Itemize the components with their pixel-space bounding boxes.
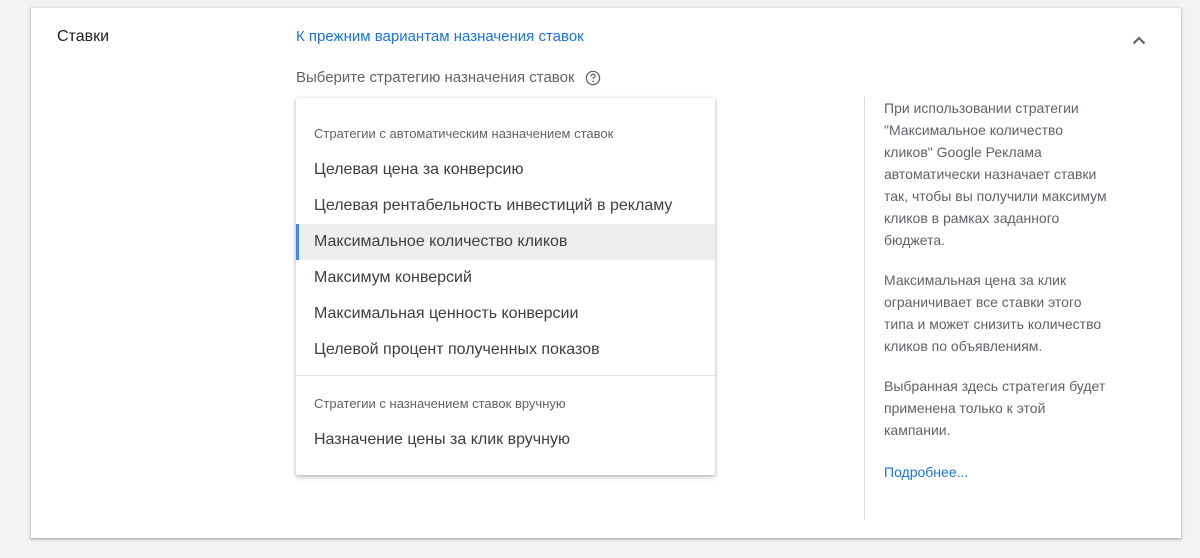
section-title: Ставки (57, 28, 110, 45)
vertical-divider (864, 97, 865, 520)
bid-strategy-dropdown: Стратегии с автоматическим назначением с… (296, 98, 715, 475)
strategy-prompt: Выберите стратегию назначения ставок (296, 69, 601, 86)
description-paragraph: Выбранная здесь стратегия будет применен… (884, 378, 1106, 438)
option-maximize-conversion-value[interactable]: Максимальная ценность конверсии (296, 296, 715, 332)
option-maximize-conversions[interactable]: Максимум конверсий (296, 260, 715, 296)
legacy-bidding-link[interactable]: К прежним вариантам назначения ставок (296, 28, 584, 45)
option-maximize-clicks[interactable]: Максимальное количество кликов (296, 224, 715, 260)
dropdown-divider (296, 375, 715, 376)
auto-strategies-group-label: Стратегии с автоматическим назначением с… (314, 126, 614, 141)
option-target-cpa[interactable]: Целевая цена за конверсию (296, 152, 715, 188)
strategy-prompt-label: Выберите стратегию назначения ставок (296, 69, 575, 86)
bidding-card: Ставки К прежним вариантам назначения ст… (31, 8, 1181, 538)
option-target-roas[interactable]: Целевая рентабельность инвестиций в рекл… (296, 188, 715, 224)
option-target-impression-share[interactable]: Целевой процент полученных показов (296, 332, 715, 368)
option-manual-cpc[interactable]: Назначение цены за клик вручную (296, 422, 715, 458)
help-circle-icon[interactable] (585, 70, 601, 86)
manual-strategies-group-label: Стратегии с назначением ставок вручную (314, 396, 566, 411)
strategy-description: При использовании стратегии "Максимально… (884, 97, 1114, 483)
chevron-up-icon[interactable] (1127, 28, 1151, 52)
description-paragraph: При использовании стратегии "Максимально… (884, 100, 1107, 248)
description-paragraph: Максимальная цена за клик ограничивает в… (884, 272, 1102, 354)
learn-more-link[interactable]: Подробнее... (884, 461, 968, 483)
